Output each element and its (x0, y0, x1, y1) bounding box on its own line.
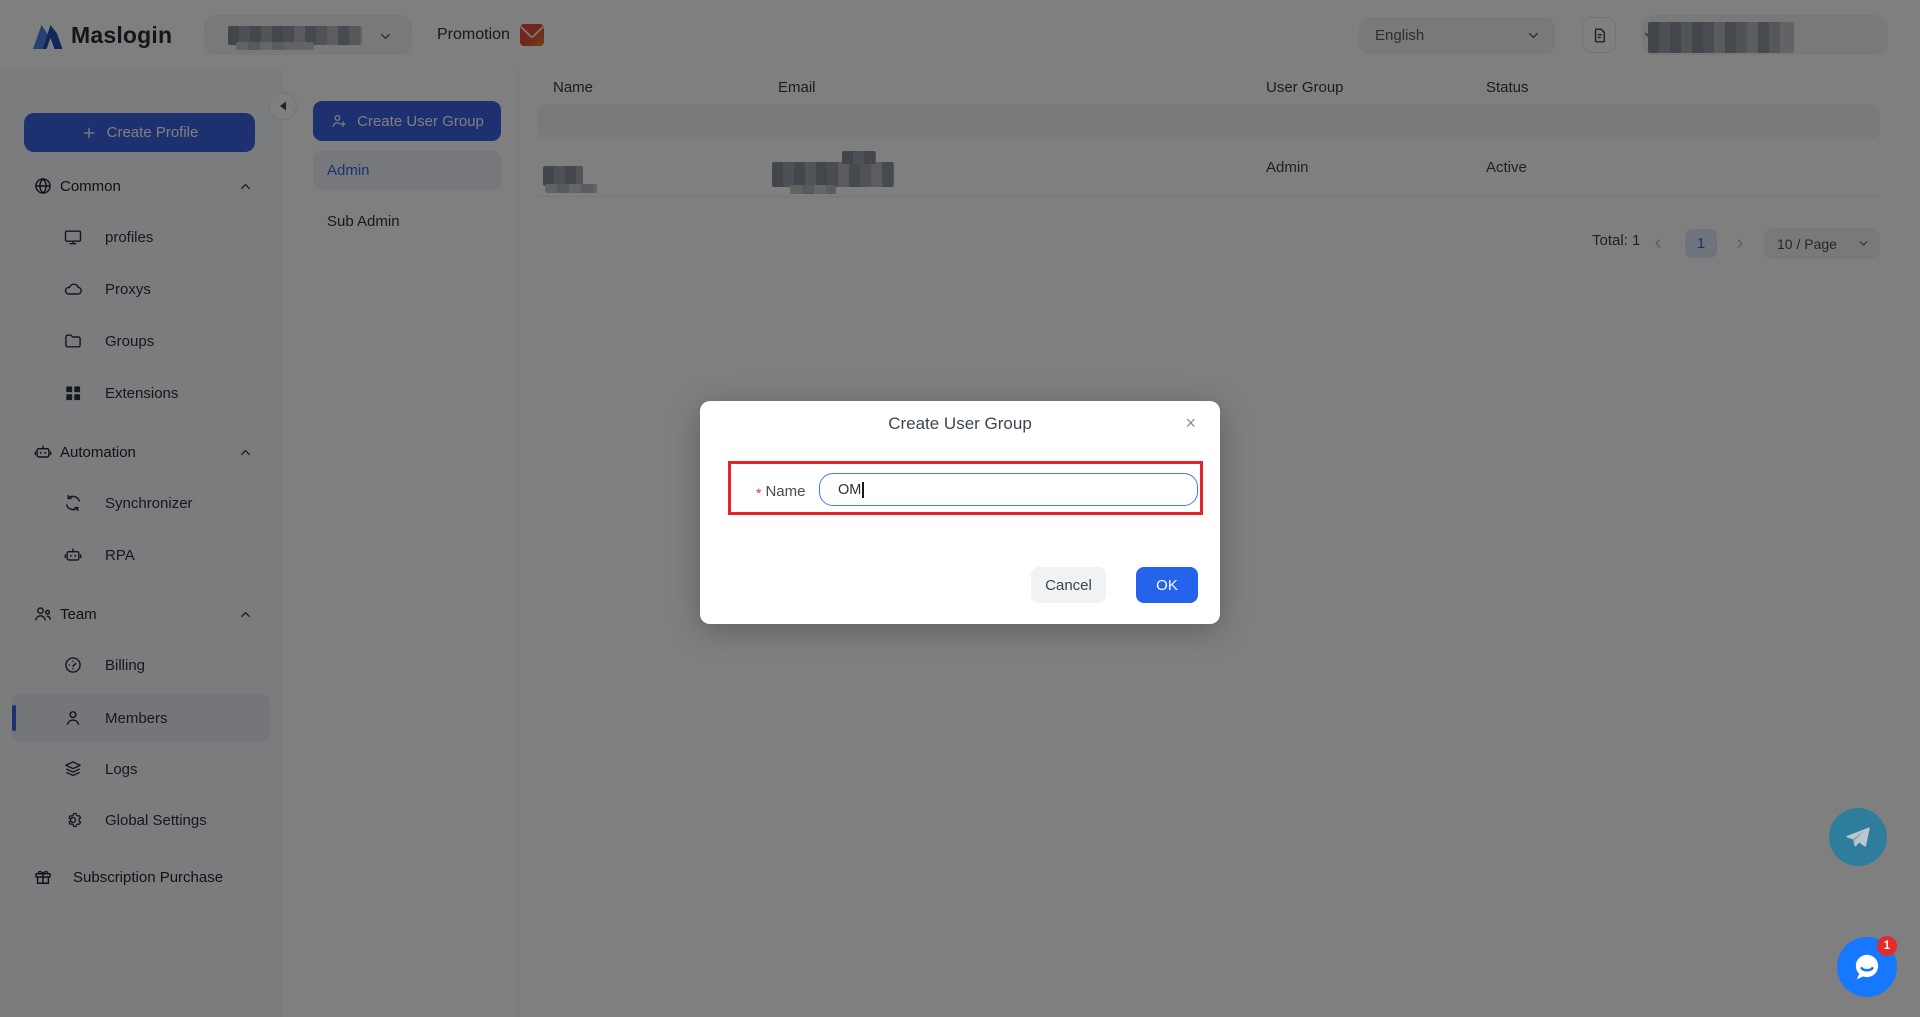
telegram-plane-icon (1844, 823, 1872, 851)
create-user-group-modal: Create User Group × * Name OM Cancel OK (700, 401, 1220, 624)
name-input-value: OM (838, 482, 861, 498)
cancel-button[interactable]: Cancel (1031, 567, 1106, 603)
chat-bubble-icon (1850, 950, 1884, 984)
ok-button[interactable]: OK (1136, 567, 1198, 603)
text-cursor (862, 482, 864, 498)
chat-unread-badge: 1 (1877, 936, 1897, 956)
modal-title: Create User Group (700, 414, 1220, 434)
name-input[interactable]: OM (819, 473, 1198, 506)
close-icon[interactable]: × (1185, 412, 1196, 434)
telegram-button[interactable] (1829, 808, 1887, 866)
required-asterisk: * (756, 485, 761, 501)
name-field-label: * Name (756, 482, 805, 501)
